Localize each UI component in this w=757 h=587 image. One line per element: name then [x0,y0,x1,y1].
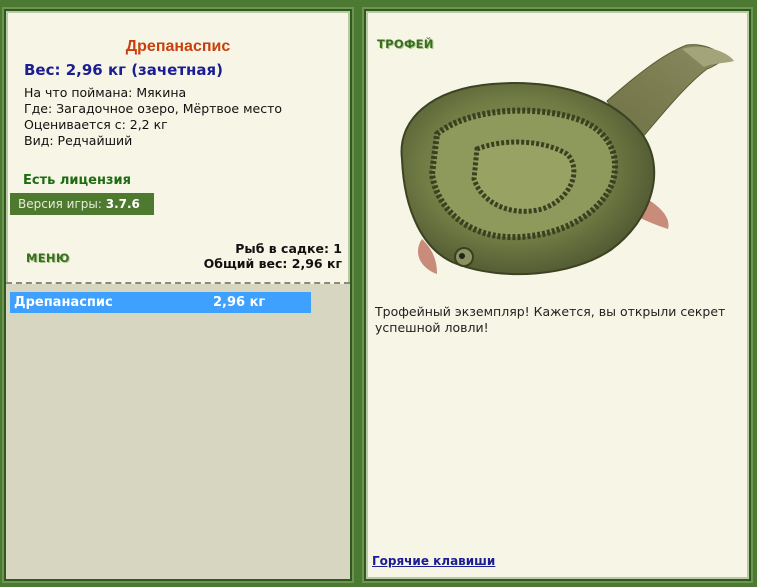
total-weight: Общий вес: 2,96 кг [203,256,342,271]
fish-info-list: На что поймана: Мякина Где: Загадочное о… [24,85,282,149]
fish-weight: Вес: 2,96 кг (зачетная) [24,61,224,79]
game-version-badge: Версия игры: 3.7.6 [10,193,154,215]
trophy-panel: ТРОФЕЙ Трофейный экземпляр! Кажется, вы … [364,9,751,581]
catch-item-name: Дрепанаспис [14,295,113,310]
game-version-label: Версия игры: [18,197,106,211]
catch-list-item[interactable]: Дрепанаспис 2,96 кг [10,292,311,313]
species-info: Вид: Редчайший [24,133,133,148]
trophy-message: Трофейный экземпляр! Кажется, вы открыли… [375,304,726,335]
location-info: Где: Загадочное озеро, Мёртвое место [24,101,283,116]
keepnet-stats: Рыб в садке: 1 Общий вес: 2,96 кг [204,241,342,271]
valuation-info: Оценивается с: 2,2 кг [24,117,168,132]
fish-name: Дрепанаспис [125,38,231,55]
license-status: Есть лицензия [23,173,131,188]
game-version-value: 3.7.6 [105,197,140,211]
fish-count: Рыб в садке: 1 [235,241,342,256]
hotkeys-link[interactable]: Горячие клавиши [372,554,495,568]
menu-button[interactable]: МЕНЮ [26,251,70,265]
fish-info-panel: Дрепанаспис Вес: 2,96 кг (зачетная) На ч… [4,9,352,581]
bait-info: На что поймана: Мякина [24,85,187,100]
catch-item-weight: 2,96 кг [213,295,266,310]
drepanaspis-fish-image [400,44,734,276]
catch-list: Дрепанаспис 2,96 кг [6,284,350,579]
